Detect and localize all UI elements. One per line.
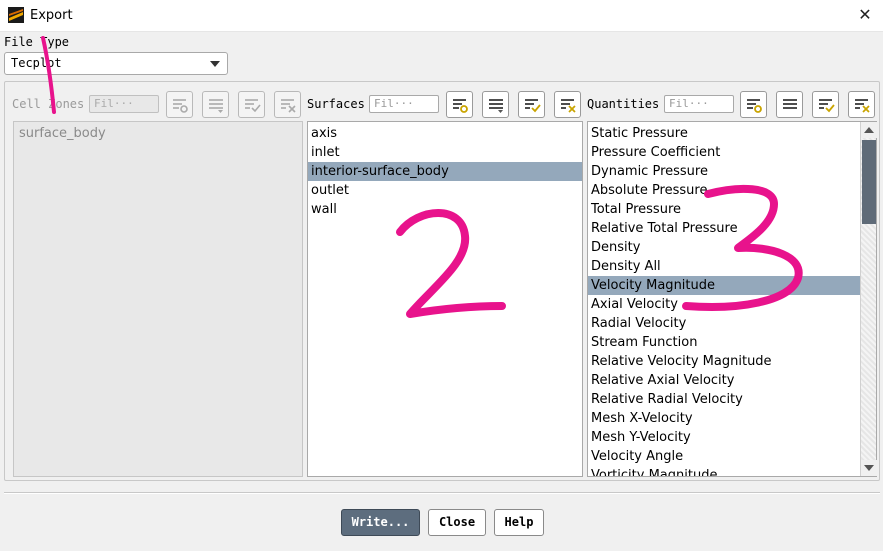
surfaces-select-filtered-button[interactable]: [446, 91, 473, 118]
deselect-all-icon: [281, 99, 296, 113]
quantities-list[interactable]: Static Pressure Pressure Coefficient Dynam…: [587, 121, 877, 477]
quantities-deselect-all-button[interactable]: [848, 91, 875, 118]
quantity-list-item[interactable]: Density: [588, 238, 860, 257]
quantity-list-item[interactable]: Stream Function: [588, 333, 860, 352]
quantity-list-item[interactable]: Relative Axial Velocity: [588, 371, 860, 390]
quantity-list-item[interactable]: Absolute Pressure: [588, 181, 860, 200]
close-button[interactable]: Close: [428, 509, 486, 536]
window-title: Export: [30, 8, 73, 23]
scroll-up-arrow-icon[interactable]: [861, 122, 877, 138]
quantity-list-item[interactable]: Relative Velocity Magnitude: [588, 352, 860, 371]
file-type-value: Tecplot: [11, 56, 62, 70]
list-lines-icon: [783, 99, 797, 109]
select-all-icon: [525, 99, 541, 113]
surface-list-item[interactable]: axis: [308, 124, 582, 143]
cell-zones-sort-button[interactable]: [202, 91, 229, 118]
quantity-list-item[interactable]: Relative Radial Velocity: [588, 390, 860, 409]
quantities-scrollbar[interactable]: [860, 122, 877, 476]
help-button[interactable]: Help: [494, 509, 544, 536]
surfaces-list[interactable]: axis inlet interior-surface_body outlet wall: [307, 121, 583, 477]
surfaces-list-items: axis inlet interior-surface_body outlet wall: [308, 122, 582, 219]
chevron-down-icon: [210, 61, 220, 67]
app-logo-icon: [8, 7, 24, 23]
surfaces-sort-button[interactable]: [482, 91, 509, 118]
filter-select-icon: [173, 99, 188, 113]
divider: [4, 492, 880, 494]
quantity-list-item[interactable]: Dynamic Pressure: [588, 162, 860, 181]
select-all-icon: [819, 99, 835, 113]
surfaces-label: Surfaces: [307, 97, 365, 111]
filter-select-icon: [453, 99, 468, 113]
quantities-filter-input[interactable]: Fil···: [664, 95, 734, 113]
quantities-select-filtered-button[interactable]: [740, 91, 767, 118]
quantities-label: Quantities: [587, 97, 660, 111]
write-button[interactable]: Write...: [341, 509, 420, 536]
filter-select-icon: [747, 99, 762, 113]
quantity-list-item[interactable]: Radial Velocity: [588, 314, 860, 333]
quantities-sort-button[interactable]: [776, 91, 803, 118]
scroll-down-arrow-icon[interactable]: [861, 460, 877, 476]
surfaces-select-all-button[interactable]: [518, 91, 545, 118]
scrollbar-thumb[interactable]: [862, 140, 876, 224]
surface-list-item[interactable]: inlet: [308, 143, 582, 162]
surfaces-deselect-all-button[interactable]: [554, 91, 581, 118]
surface-list-item[interactable]: wall: [308, 200, 582, 219]
surface-list-item[interactable]: interior-surface_body: [308, 162, 582, 181]
quantities-select-all-button[interactable]: [812, 91, 839, 118]
quantity-list-item[interactable]: Static Pressure: [588, 124, 860, 143]
list-sort-icon: [209, 99, 223, 113]
close-window-button[interactable]: ✕: [853, 3, 877, 27]
close-icon: ✕: [858, 5, 872, 24]
title-bar: Export ✕: [0, 0, 883, 32]
quantity-list-item[interactable]: Total Pressure: [588, 200, 860, 219]
quantities-list-items: Static Pressure Pressure Coefficient Dynam…: [588, 122, 860, 476]
cell-zones-filter-input[interactable]: Fil···: [89, 95, 159, 113]
cell-zones-list-items: surface_body: [14, 122, 302, 143]
list-sort-icon: [489, 99, 503, 113]
quantity-list-item[interactable]: Axial Velocity: [588, 295, 860, 314]
quantity-list-item[interactable]: Mesh X-Velocity: [588, 409, 860, 428]
cell-zones-deselect-all-button[interactable]: [274, 91, 301, 118]
cell-zone-list-item[interactable]: surface_body: [14, 124, 302, 143]
file-type-label: File Type: [4, 35, 70, 49]
cell-zones-select-all-button[interactable]: [238, 91, 265, 118]
cell-zones-list[interactable]: surface_body: [13, 121, 303, 477]
select-all-icon: [245, 99, 261, 113]
quantity-list-item[interactable]: Velocity Magnitude: [588, 276, 860, 295]
surfaces-filter-input[interactable]: Fil···: [369, 95, 439, 113]
quantity-list-item[interactable]: Velocity Angle: [588, 447, 860, 466]
quantity-list-item[interactable]: Mesh Y-Velocity: [588, 428, 860, 447]
cell-zones-select-filtered-button[interactable]: [166, 91, 193, 118]
quantity-list-item[interactable]: Density All: [588, 257, 860, 276]
quantity-list-item[interactable]: Pressure Coefficient: [588, 143, 860, 162]
quantity-list-item[interactable]: Vorticity Magnitude: [588, 466, 860, 476]
deselect-all-icon: [561, 99, 576, 113]
cell-zones-label: Cell Zones: [12, 97, 85, 111]
surface-list-item[interactable]: outlet: [308, 181, 582, 200]
deselect-all-icon: [855, 99, 870, 113]
quantity-list-item[interactable]: Relative Total Pressure: [588, 219, 860, 238]
file-type-dropdown[interactable]: Tecplot: [4, 52, 228, 75]
